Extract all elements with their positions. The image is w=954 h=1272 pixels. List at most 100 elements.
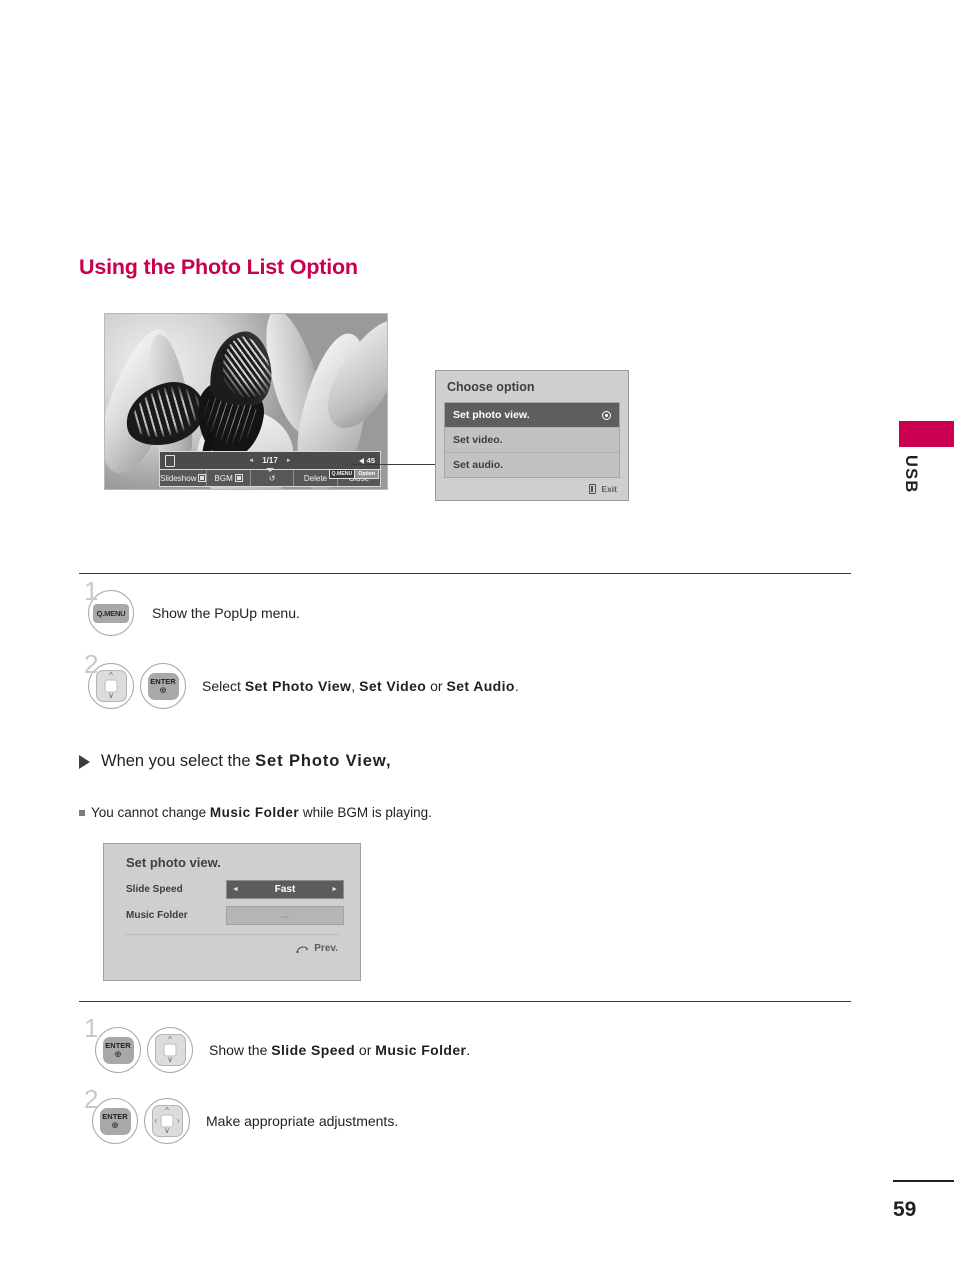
key-enter-label: ENTER ◎ <box>147 672 179 700</box>
dialog-item-label: Set video. <box>453 434 503 446</box>
step-text-part: Show the <box>209 1042 272 1058</box>
music-folder-value-field[interactable]: ... <box>226 906 344 925</box>
nav-updown-pad[interactable]: ^ ∨ <box>154 1034 186 1066</box>
dialog-item-label: Set photo view. <box>453 409 530 421</box>
exit-icon <box>589 484 597 494</box>
nav-updown-pad[interactable]: ^ ∨ <box>95 670 127 702</box>
osd-button-label: Delete <box>303 473 327 483</box>
panel-row-label: Music Folder <box>126 910 188 921</box>
osd-qmenu-badge: Q.MENU Option <box>328 469 379 479</box>
note-text: You cannot change Music Folder while BGM… <box>91 805 432 820</box>
speaker-icon <box>358 457 364 464</box>
step-description: Show the Slide Speed or Music Folder. <box>209 1042 470 1058</box>
step-text-part: . <box>514 678 519 694</box>
dialog-option-list: Set photo view. Set video. Set audio. <box>444 402 620 478</box>
divider-bottom <box>79 1001 851 1002</box>
panel-title: Set photo view. <box>126 855 221 870</box>
panel-prev-label[interactable]: Prev. <box>314 943 338 954</box>
key-navigation-button[interactable]: ^ ‹ › ∨ <box>144 1098 190 1144</box>
qmenu-action-label: Option <box>355 469 379 479</box>
dialog-item-set-photo-view[interactable]: Set photo view. <box>445 403 619 428</box>
step-description: Select Set Photo View, Set Video or Set … <box>202 678 519 694</box>
step-description: Make appropriate adjustments. <box>206 1113 398 1129</box>
when-you-select-text: When you select the Set Photo View, <box>101 752 391 771</box>
when-text-part: When you select the <box>101 752 256 770</box>
key-enter-label: ENTER ◎ <box>99 1107 131 1135</box>
osd-button-slideshow[interactable]: Slideshow <box>160 470 208 486</box>
panel-footer: Prev. <box>104 935 360 954</box>
step-description: Show the PopUp menu. <box>152 605 300 621</box>
chevron-left-icon[interactable]: ◄ <box>232 886 239 893</box>
chevron-down-icon: ∨ <box>164 1126 170 1135</box>
step-text-part: , <box>351 678 360 694</box>
panel-row-slide-speed: Slide Speed ◄ Fast ► <box>104 880 360 899</box>
step-text-part: or <box>355 1042 376 1058</box>
note-row: You cannot change Music Folder while BGM… <box>79 805 432 820</box>
next-photo-icon[interactable]: ► <box>286 458 292 464</box>
radio-selected-icon <box>602 410 611 420</box>
note-text-bold: Music Folder <box>209 805 300 820</box>
key-enter-button[interactable]: ENTER ◎ <box>95 1027 141 1073</box>
key-enter-label: ENTER ◎ <box>102 1036 134 1064</box>
osd-button-rotate[interactable]: ↺ <box>251 470 295 486</box>
step-text-bold: Set Audio <box>446 678 515 694</box>
enter-text: ENTER <box>105 1041 131 1051</box>
callout-line <box>352 464 440 465</box>
step-text-part: Select <box>202 678 245 694</box>
enter-text: ENTER <box>102 1112 128 1122</box>
step-number: 1 <box>84 1013 99 1043</box>
chevron-right-icon[interactable]: ► <box>331 886 338 893</box>
dialog-footer: Exit <box>436 478 628 500</box>
dialog-title: Choose option <box>436 371 628 402</box>
step-row-2-top: 2 ^ ∨ ENTER ◎ Select Set Photo View, Set… <box>84 651 519 709</box>
marker-icon <box>234 474 243 482</box>
prev-photo-icon[interactable]: ◄ <box>248 458 254 464</box>
page-number-rule <box>893 1180 954 1182</box>
step-text-part: or <box>426 678 447 694</box>
when-text-bold: Set Photo View, <box>255 752 392 770</box>
key-enter-button[interactable]: ENTER ◎ <box>140 663 186 709</box>
enter-dot-icon: ◎ <box>159 686 167 694</box>
chevron-down-icon: ∨ <box>167 1055 173 1064</box>
slide-speed-value: Fast <box>274 884 296 895</box>
step-row-1-top: 1 Q.MENU Show the PopUp menu. <box>84 578 300 636</box>
enter-text: ENTER <box>150 677 176 687</box>
usb-tab-label: USB <box>902 455 920 494</box>
music-folder-value: ... <box>280 910 290 921</box>
key-enter-button[interactable]: ENTER ◎ <box>92 1098 138 1144</box>
photo-icon <box>165 454 175 467</box>
dialog-item-set-audio[interactable]: Set audio. <box>445 453 619 477</box>
nav-fourway-pad[interactable]: ^ ‹ › ∨ <box>151 1105 183 1137</box>
step-text-part: Make appropriate adjustments. <box>206 1113 399 1129</box>
when-you-select-row: When you select the Set Photo View, <box>79 752 391 771</box>
osd-caret-icon <box>266 468 274 472</box>
dialog-item-set-video[interactable]: Set video. <box>445 428 619 453</box>
step-text-bold: Set Video <box>359 678 427 694</box>
chevron-right-icon: › <box>176 1116 180 1125</box>
step-row-2-bottom: 2 ENTER ◎ ^ ‹ › ∨ Make appropriate adjus… <box>84 1086 398 1144</box>
slide-speed-value-field[interactable]: ◄ Fast ► <box>226 880 344 899</box>
step-number: 2 <box>84 1084 99 1114</box>
butterfly-shape <box>118 329 278 467</box>
divider-top <box>79 573 851 574</box>
panel-row-music-folder: Music Folder ... <box>104 906 360 925</box>
osd-button-bgm[interactable]: BGM <box>207 470 251 486</box>
set-photo-view-panel: Set photo view. Slide Speed ◄ Fast ► Mus… <box>103 843 361 981</box>
note-text-part: You cannot change <box>91 805 210 820</box>
osd-button-label: BGM <box>214 473 233 483</box>
dialog-exit-label[interactable]: Exit <box>601 484 617 494</box>
page-title: Using the Photo List Option <box>79 255 358 279</box>
osd-control-bar: ◄ 1/17 ► 45 Q.MENU Option Slideshow BGM <box>159 451 381 487</box>
osd-counter-value: 1/17 <box>262 456 278 465</box>
triangle-bullet-icon <box>79 754 90 769</box>
step-text-bold: Music Folder <box>375 1042 467 1058</box>
page-number: 59 <box>893 1198 917 1221</box>
usb-tab-accent-bar <box>899 421 954 447</box>
chevron-left-icon: ‹ <box>154 1116 158 1125</box>
key-updown-button[interactable]: ^ ∨ <box>147 1027 193 1073</box>
step-number: 1 <box>84 576 99 606</box>
osd-button-label: Slideshow <box>160 473 197 483</box>
qmenu-key-label: Q.MENU <box>328 469 356 479</box>
enter-dot-icon: ◎ <box>114 1050 122 1058</box>
step-text-part: Show the PopUp menu. <box>152 605 300 621</box>
